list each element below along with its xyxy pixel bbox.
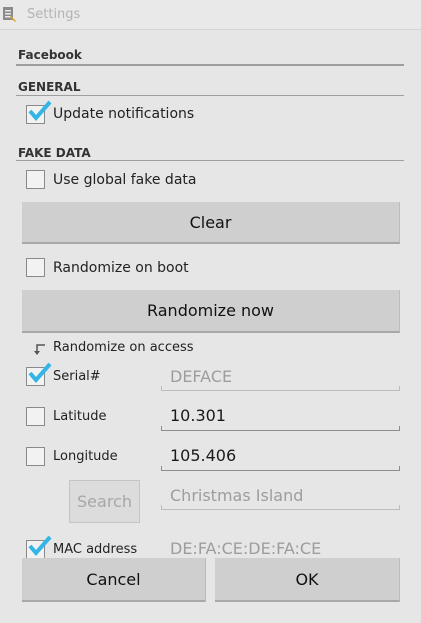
search-button[interactable]: Search — [69, 480, 140, 523]
ok-button[interactable]: OK — [215, 558, 400, 602]
location-search-input[interactable]: Christmas Island — [161, 486, 400, 510]
randomize-on-boot-checkbox[interactable] — [26, 258, 45, 277]
checkmark-icon — [28, 100, 52, 122]
subdirectory-arrow-icon — [34, 344, 45, 355]
update-notifications-checkbox[interactable] — [26, 100, 52, 124]
latitude-label: Latitude — [53, 409, 107, 424]
use-global-fake-data-label: Use global fake data — [53, 172, 197, 188]
longitude-value: 105.406 — [170, 446, 237, 465]
serial-checkbox[interactable] — [26, 362, 52, 386]
mac-address-label: MAC address — [53, 542, 138, 557]
section-fake-data-heading: FAKE DATA — [18, 146, 91, 160]
use-global-fake-data-checkbox[interactable] — [26, 170, 45, 189]
divider — [16, 95, 404, 96]
randomize-now-button[interactable]: Randomize now — [22, 290, 400, 333]
section-general-heading: GENERAL — [18, 80, 81, 94]
divider — [16, 64, 404, 66]
window-title: Settings — [27, 7, 81, 22]
mac-address-checkbox[interactable] — [26, 535, 52, 559]
mac-address-value: DE:FA:CE:DE:FA:CE — [170, 539, 322, 558]
checkmark-icon — [28, 362, 52, 384]
title-bar: Settings — [0, 0, 421, 30]
randomize-on-boot-label: Randomize on boot — [53, 260, 189, 276]
longitude-input[interactable]: 105.406 — [161, 446, 400, 471]
serial-label: Serial# — [53, 369, 101, 384]
serial-input[interactable]: DEFACE — [161, 367, 400, 391]
clear-button[interactable]: Clear — [22, 202, 400, 244]
app-name-heading: Facebook — [18, 48, 82, 62]
latitude-checkbox[interactable] — [26, 407, 45, 426]
update-notifications-label: Update notifications — [53, 106, 195, 122]
location-search-value: Christmas Island — [170, 486, 304, 505]
serial-value: DEFACE — [170, 367, 233, 386]
divider — [16, 160, 404, 161]
longitude-checkbox[interactable] — [26, 447, 45, 466]
checkmark-icon — [28, 535, 52, 557]
mac-address-input[interactable]: DE:FA:CE:DE:FA:CE — [161, 539, 400, 559]
randomize-on-access-label: Randomize on access — [53, 340, 194, 355]
cancel-button[interactable]: Cancel — [22, 558, 206, 602]
longitude-label: Longitude — [53, 449, 118, 464]
settings-app-icon — [3, 7, 16, 22]
latitude-value: 10.301 — [170, 406, 226, 425]
latitude-input[interactable]: 10.301 — [161, 406, 400, 431]
